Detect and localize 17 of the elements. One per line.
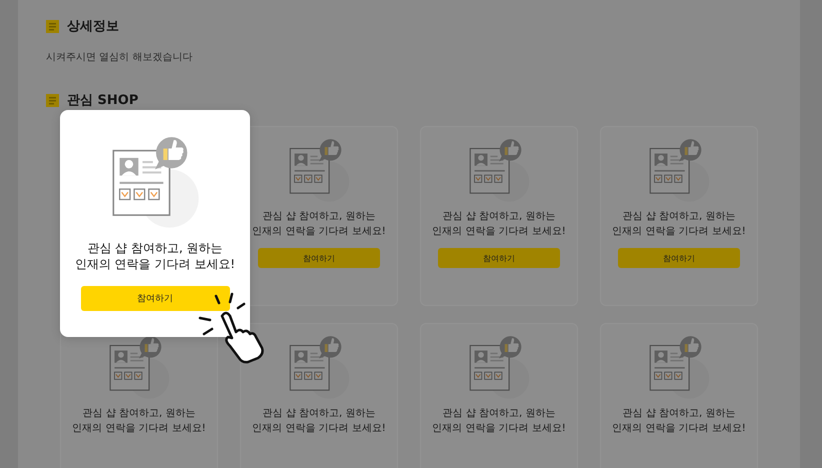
details-text: 시켜주시면 열심히 해보겠습니다 xyxy=(46,51,194,64)
card-message: 관심 샵 참여하고, 원하는 인재의 연락을 기다려 보세요! xyxy=(432,407,566,436)
card-message: 관심 샵 참여하고, 원하는 인재의 연락을 기다려 보세요! xyxy=(612,210,746,240)
popup-message: 관심 샵 참여하고, 원하는 인재의 연락을 기다려 보세요! xyxy=(74,240,236,272)
section-heading: 상세정보 xyxy=(67,18,119,35)
join-button[interactable]: 참여하기 xyxy=(80,286,230,311)
document-icon xyxy=(46,20,59,32)
join-button[interactable]: 참여하기 xyxy=(258,248,380,268)
document-icon xyxy=(46,94,59,106)
card-message: 관심 샵 참여하고, 원하는 인재의 연락을 기다려 보세요! xyxy=(432,210,566,240)
card-message: 관심 샵 참여하고, 원하는 인재의 연락을 기다려 보세요! xyxy=(612,407,746,436)
join-button[interactable]: 참여하기 xyxy=(618,248,740,268)
card-message: 관심 샵 참여하고, 원하는 인재의 연락을 기다려 보세요! xyxy=(252,407,386,436)
section-heading: 관심 SHOP xyxy=(67,92,138,109)
join-button[interactable]: 참여하기 xyxy=(438,248,560,268)
card-message: 관심 샵 참여하고, 원하는 인재의 연락을 기다려 보세요! xyxy=(252,210,386,240)
card-message: 관심 샵 참여하고, 원하는 인재의 연락을 기다려 보세요! xyxy=(72,407,206,436)
